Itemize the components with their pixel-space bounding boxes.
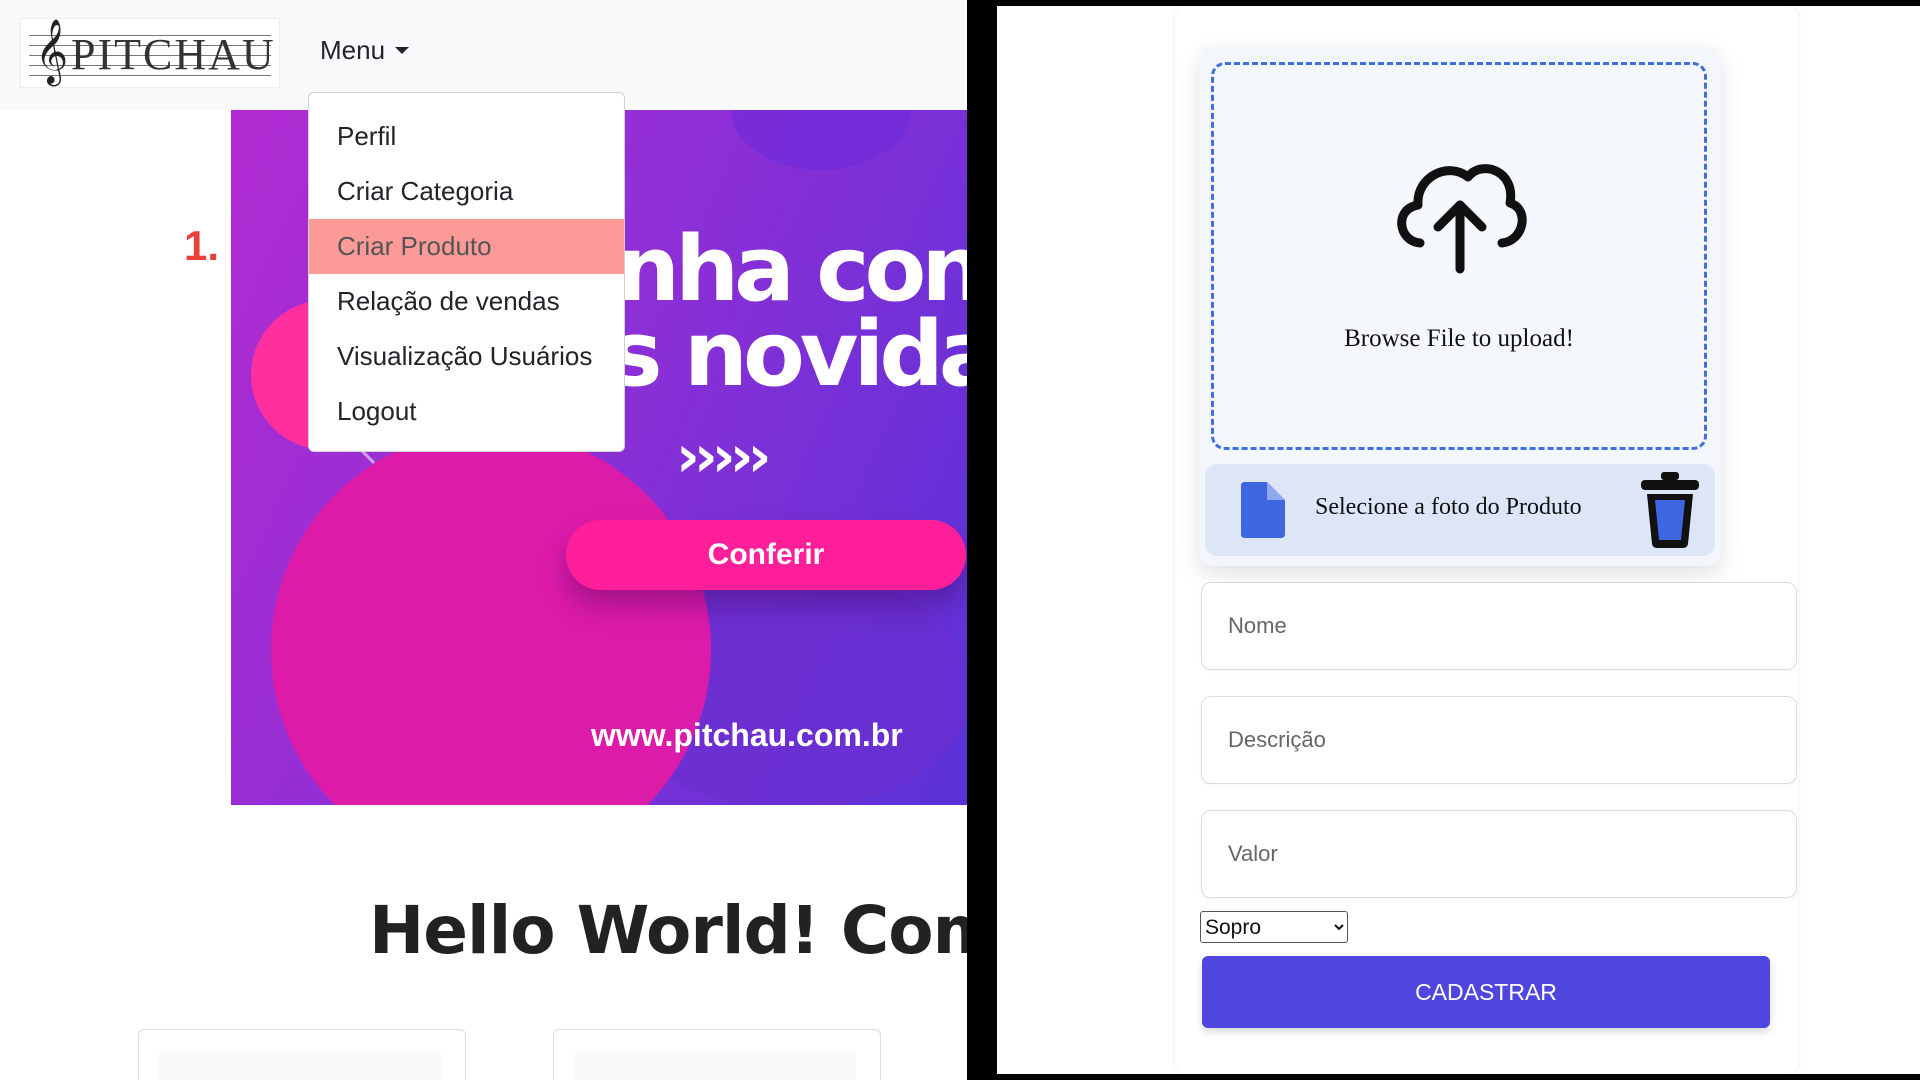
- menu-item-logout[interactable]: Logout: [309, 384, 624, 439]
- store-page: 𝄞 PITCHAU Menu nha confe s novida ››››› …: [0, 0, 967, 1080]
- logo-text: PITCHAU: [71, 30, 276, 79]
- file-dropzone[interactable]: Browse File to upload!: [1211, 62, 1707, 450]
- menu-item-relacao-vendas[interactable]: Relação de vendas: [309, 274, 624, 329]
- menu-item-criar-categoria[interactable]: Criar Categoria: [309, 164, 624, 219]
- descricao-input[interactable]: [1201, 696, 1797, 784]
- menu-item-criar-produto[interactable]: Criar Produto: [309, 219, 624, 274]
- product-image: [574, 1052, 856, 1080]
- cadastrar-button[interactable]: CADASTRAR: [1202, 956, 1770, 1028]
- step-marker: 1.: [184, 222, 220, 269]
- product-card[interactable]: [138, 1029, 466, 1080]
- upload-card: Browse File to upload! Selecione a foto …: [1199, 46, 1721, 566]
- nome-input[interactable]: [1201, 582, 1797, 670]
- menu-toggle[interactable]: Menu: [320, 35, 410, 66]
- logo[interactable]: 𝄞 PITCHAU: [20, 18, 280, 88]
- menu-label: Menu: [320, 35, 386, 65]
- caret-down-icon: [395, 47, 410, 54]
- page-heading: Hello World! Comp: [369, 892, 967, 969]
- selected-file-bar: Selecione a foto do Produto: [1205, 464, 1715, 556]
- trash-icon[interactable]: [1635, 470, 1705, 550]
- banner-chevrons: ›››››: [676, 422, 771, 490]
- menu-item-perfil[interactable]: Perfil: [309, 109, 624, 164]
- category-select[interactable]: Sopro: [1200, 911, 1348, 943]
- menu-dropdown: Perfil Criar Categoria Criar Produto Rel…: [308, 92, 625, 452]
- banner-headline-line2: s novida: [609, 302, 967, 407]
- screenshot-root: 𝄞 PITCHAU Menu nha confe s novida ››››› …: [0, 0, 1920, 1080]
- treble-clef-icon: 𝄞: [35, 19, 69, 84]
- create-product-page: Browse File to upload! Selecione a foto …: [997, 6, 1920, 1074]
- banner-url: www.pitchau.com.br: [591, 717, 903, 753]
- file-icon: [1241, 482, 1285, 538]
- conferir-button[interactable]: Conferir: [566, 520, 966, 590]
- cloud-upload-icon: [1397, 164, 1527, 274]
- product-card[interactable]: [553, 1029, 881, 1080]
- valor-input[interactable]: [1201, 810, 1797, 898]
- browse-file-text: Browse File to upload!: [1344, 325, 1574, 352]
- product-image: [159, 1052, 441, 1080]
- file-label: Selecione a foto do Produto: [1315, 494, 1582, 520]
- menu-item-visualizacao-usuarios[interactable]: Visualização Usuários: [309, 329, 624, 384]
